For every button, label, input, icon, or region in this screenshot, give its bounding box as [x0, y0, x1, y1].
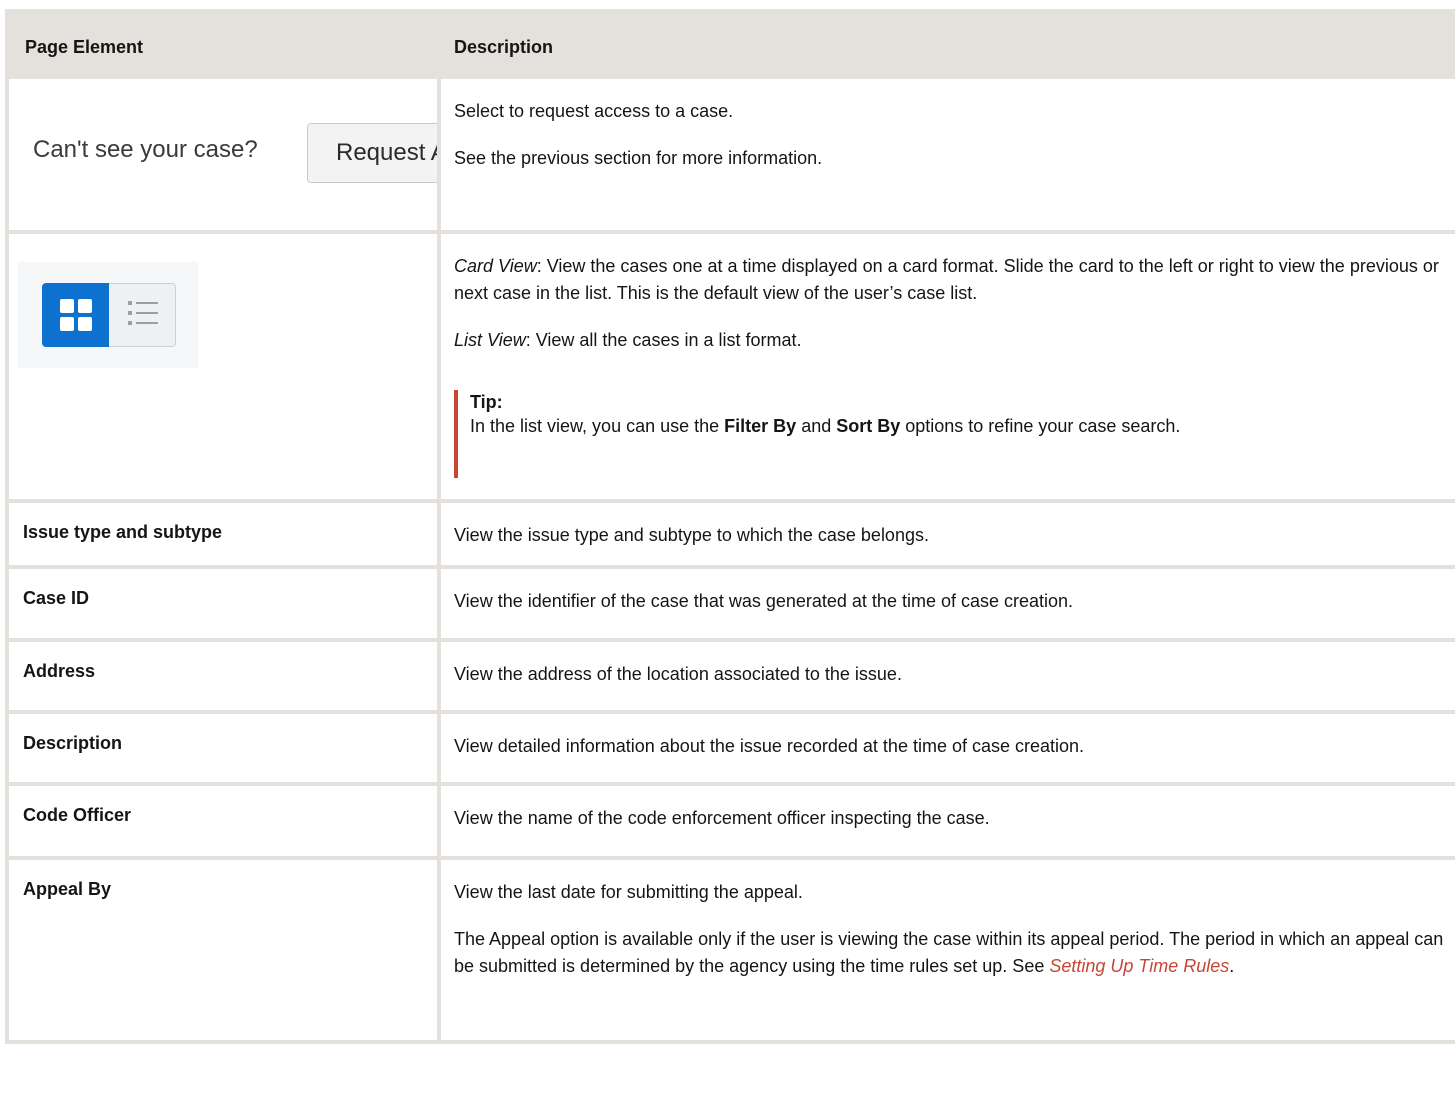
table-row: Case ID View the identifier of the case …: [5, 565, 1455, 642]
desc-paragraph: View the last date for submitting the ap…: [454, 882, 803, 902]
table-header-row: Page Element Description: [5, 9, 1455, 79]
request-access-button[interactable]: Request A: [307, 123, 437, 183]
list-view-paragraph: List View: View all the cases in a list …: [454, 330, 802, 350]
row-description: View the address of the location associa…: [454, 664, 902, 684]
row-label: Address: [23, 661, 96, 681]
card-view-paragraph: Card View: View the cases one at a time …: [454, 256, 1439, 303]
table-row: Appeal By View the last date for submitt…: [5, 856, 1455, 1044]
sort-by-term: Sort By: [836, 416, 901, 436]
request-access-button-label: Request A: [336, 139, 437, 166]
list-view-button[interactable]: [109, 283, 176, 347]
list-view-term: List View: [454, 330, 526, 350]
request-access-snippet: Can't see your case? Request A: [5, 75, 441, 234]
row-label: Issue type and subtype: [23, 522, 223, 542]
row-description: Card View: View the cases one at a time …: [437, 230, 1455, 503]
card-view-button[interactable]: [42, 283, 109, 347]
header-description: Description: [437, 9, 1455, 79]
tip-callout: Tip: In the list view, you can use the F…: [454, 390, 1445, 478]
row-description: View the name of the code enforcement of…: [454, 808, 990, 828]
table-row: Code Officer View the name of the code e…: [5, 782, 1455, 860]
list-view-icon: [128, 301, 158, 325]
row-description: View the identifier of the case that was…: [454, 591, 1074, 611]
desc-paragraph: The Appeal option is available only if t…: [454, 929, 1444, 976]
filter-by-term: Filter By: [724, 416, 797, 436]
row-description: View detailed information about the issu…: [454, 736, 1085, 756]
setting-up-time-rules-link[interactable]: Setting Up Time Rules: [1049, 956, 1229, 976]
desc-paragraph: See the previous section for more inform…: [454, 148, 823, 168]
row-description: Select to request access to a case. See …: [437, 75, 1455, 234]
row-label: Appeal By: [23, 879, 112, 899]
row-label: Description: [23, 733, 123, 753]
card-view-icon: [60, 299, 92, 331]
tip-title: Tip:: [470, 392, 503, 412]
row-label: Case ID: [23, 588, 90, 608]
table-row: Can't see your case? Request A Select to…: [5, 75, 1455, 234]
header-page-element: Page Element: [5, 9, 441, 79]
table-row: Address View the address of the location…: [5, 638, 1455, 714]
desc-paragraph: Select to request access to a case.: [454, 101, 734, 121]
row-description: View the last date for submitting the ap…: [441, 860, 1455, 980]
table-row: Issue type and subtype View the issue ty…: [5, 499, 1455, 569]
row-description: View the issue type and subtype to which…: [454, 525, 929, 545]
table-row: Description View detailed information ab…: [5, 710, 1455, 786]
view-toggle: [18, 262, 198, 368]
page-element-table: Page Element Description Can't see your …: [5, 9, 1455, 1044]
card-view-term: Card View: [454, 256, 537, 276]
row-label: Code Officer: [23, 805, 132, 825]
cant-see-case-text: Can't see your case?: [33, 136, 258, 163]
table-row: Card View: View the cases one at a time …: [5, 230, 1455, 503]
